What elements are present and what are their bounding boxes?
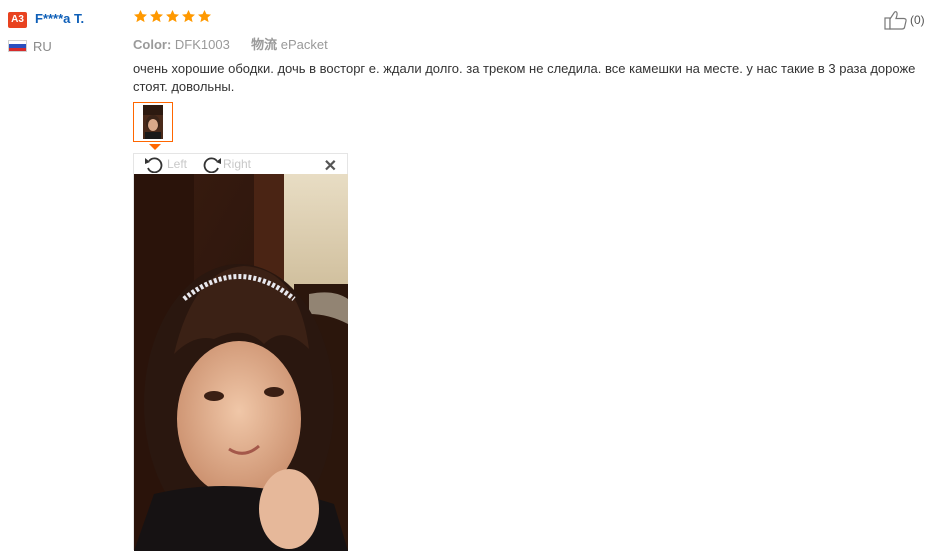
rotate-left-icon [145, 157, 163, 173]
review-photo-image [134, 174, 348, 551]
color-label: Color: [133, 37, 172, 52]
review-photo [134, 174, 348, 551]
close-icon[interactable]: ✕ [324, 156, 337, 176]
review-photo-thumbnail[interactable] [133, 102, 173, 142]
photo-thumbnail-image [143, 105, 163, 139]
star-icon [134, 9, 147, 23]
star-icon [150, 9, 163, 23]
color-value: DFK1003 [174, 37, 230, 52]
buyer-level-badge: A3 [8, 12, 27, 28]
reviewer-name[interactable]: F****a T. [35, 11, 84, 26]
order-info: Color: DFK1003 物流 ePacket [133, 34, 328, 53]
rotate-right-label: Right [223, 157, 252, 171]
review-text: очень хорошие ободки. дочь в восторг е. … [133, 61, 916, 94]
star-icon [166, 9, 179, 23]
star-icon [182, 9, 195, 23]
shipping-label: 物流 [251, 37, 278, 52]
reviewer-country: RU [33, 39, 52, 54]
rotate-left-button[interactable]: Left [144, 155, 187, 173]
like-count: (0) [910, 13, 925, 27]
photo-viewer: Left Right ✕ [133, 153, 348, 551]
rotate-left-label: Left [167, 157, 188, 171]
country-flag-icon [8, 40, 27, 52]
thumbnail-active-caret [149, 144, 161, 150]
thumbs-up-icon[interactable] [884, 10, 908, 30]
rotate-right-icon [203, 157, 221, 173]
like-button[interactable]: (0) [884, 10, 925, 30]
star-icon [198, 9, 211, 23]
rotate-right-button[interactable]: Right [200, 155, 251, 173]
shipping-value: ePacket [280, 37, 328, 52]
photo-viewer-toolbar: Left Right ✕ [134, 154, 347, 176]
star-rating [133, 9, 212, 24]
